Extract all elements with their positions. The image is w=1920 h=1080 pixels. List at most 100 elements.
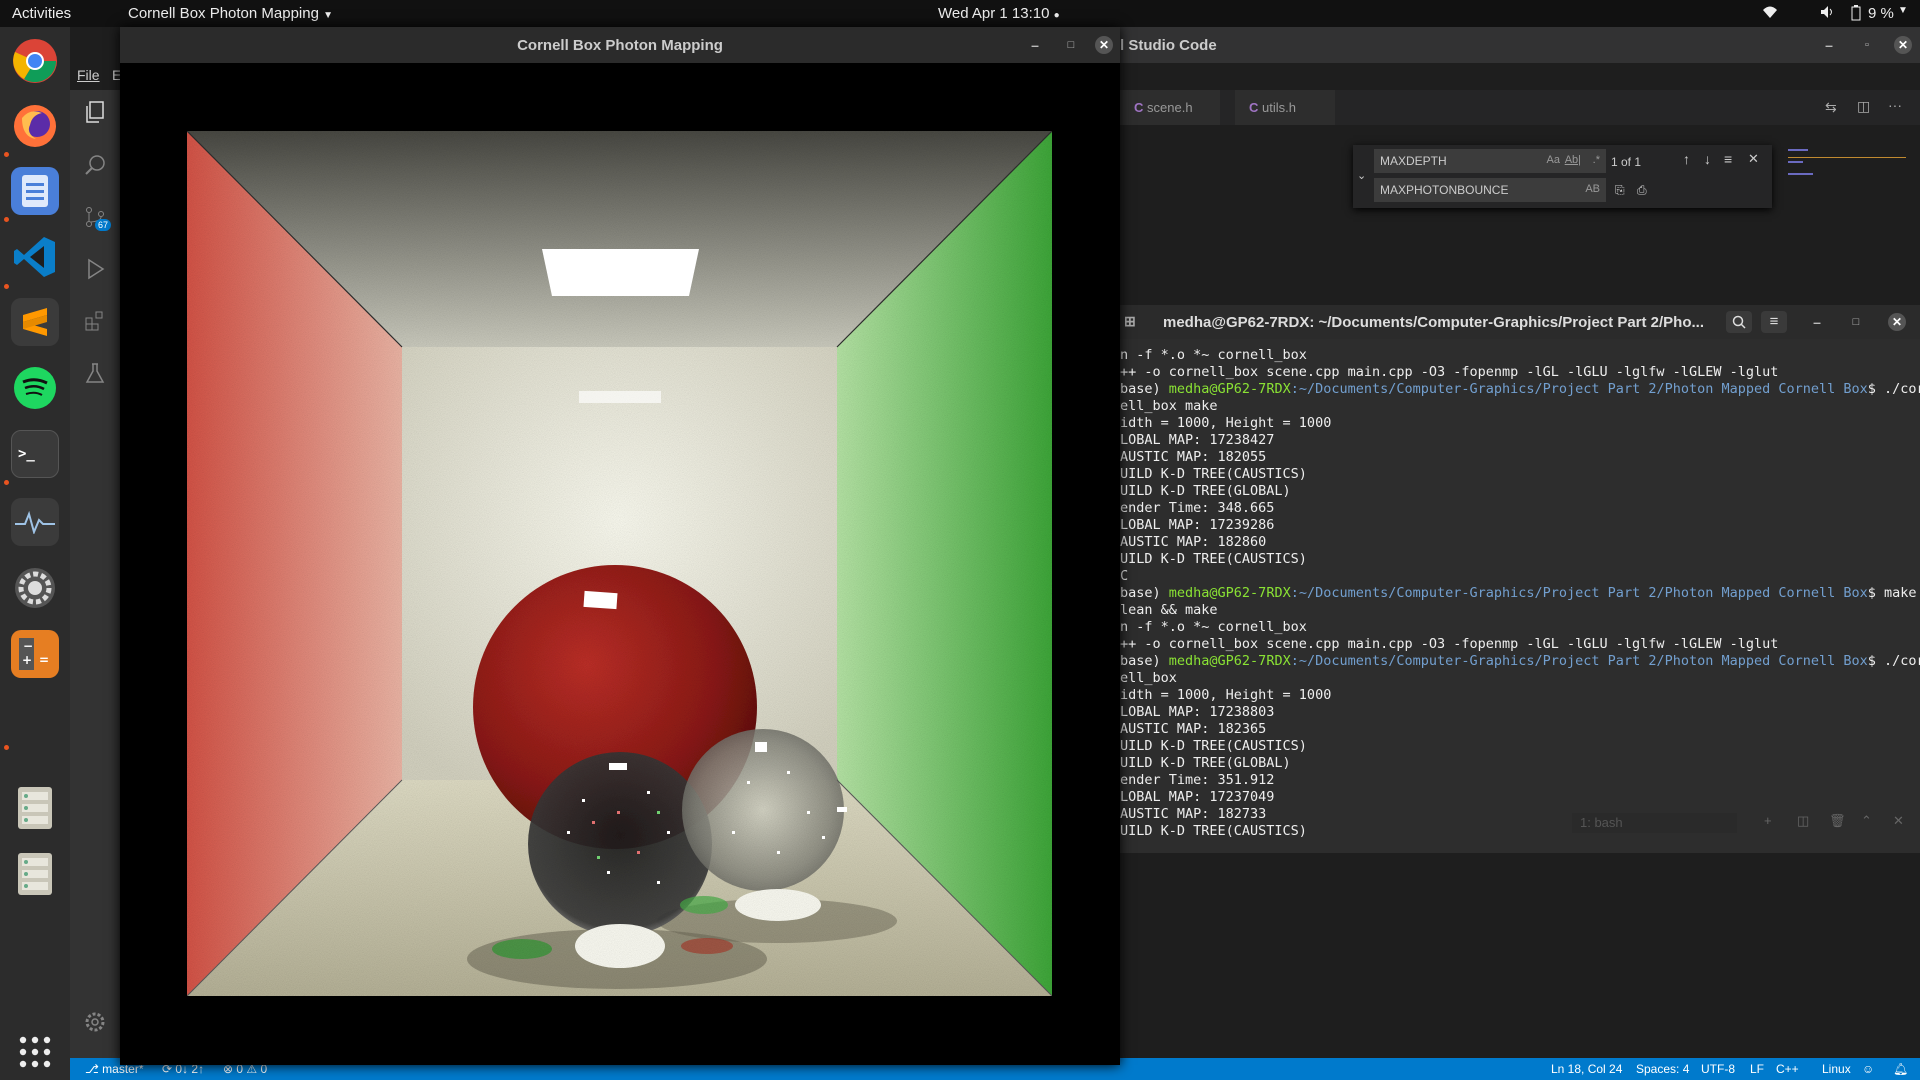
regex-toggle[interactable]: .* [1593,154,1600,166]
terminal-selector[interactable]: 1: bash [1572,813,1737,833]
files-icon[interactable] [11,167,59,215]
clock-label: Wed Apr 1 13:10 [938,5,1050,22]
minimize-icon[interactable]: – [1820,36,1838,54]
svg-text:+: + [22,653,32,667]
editor-tabs: C scene.h C utils.h ⇆ ◫ ··· [1120,90,1920,125]
terminal-icon[interactable]: >_ [11,430,59,478]
whole-word-toggle[interactable]: Ab| [1565,154,1581,166]
maximize-icon[interactable]: □ [1062,36,1080,54]
show-apps-icon[interactable] [11,1028,59,1076]
activities-button[interactable]: Activities [12,5,71,22]
find-input[interactable]: MAXDEPTH Aa Ab| .* [1374,149,1606,173]
sublime-icon[interactable] [11,298,59,346]
terminal-line: ++ -o cornell_box scene.cpp main.cpp -O3… [1120,636,1779,652]
new-terminal-icon[interactable]: + [1764,813,1772,828]
battery-icon[interactable] [1851,5,1861,25]
preserve-case-toggle[interactable]: AB [1585,183,1600,195]
running-indicator [4,152,9,157]
calculator-icon[interactable]: − + = [11,630,59,678]
menu-file[interactable]: File [77,67,100,83]
dock: >_ − + = [0,27,70,1080]
svg-text:=: = [39,653,49,667]
close-panel-icon[interactable]: ✕ [1893,813,1904,829]
find-replace-widget: ⌄ MAXDEPTH Aa Ab| .* MAXPHOTONBOUNCE AB … [1353,145,1772,208]
close-find-icon[interactable]: ✕ [1748,151,1759,167]
encoding[interactable]: UTF-8 [1701,1062,1735,1076]
extensions-icon[interactable] [83,309,107,333]
terminal-line: lean && make [1120,602,1218,618]
close-icon[interactable]: ✕ [1095,36,1113,54]
language-mode[interactable]: C++ [1776,1062,1799,1076]
trash-icon[interactable]: 🗑 [1829,813,1846,829]
hamburger-menu-icon[interactable]: ≡ [1761,311,1787,333]
terminal-output[interactable]: n -f *.o *~ cornell_box ++ -o cornell_box… [1120,339,1920,853]
running-indicator [4,480,9,485]
terminal-line: ender Time: 348.665 [1120,500,1275,516]
top-bar: Activities Cornell Box Photon Mapping ▼ … [0,0,1920,27]
more-actions-icon[interactable]: ··· [1888,97,1902,113]
volume-icon[interactable] [1820,5,1836,23]
app-menu[interactable]: Cornell Box Photon Mapping ▼ [128,5,333,22]
maximize-icon[interactable]: □ [1847,313,1865,331]
system-menu-chevron-icon[interactable]: ▼ [1898,5,1908,16]
minimize-icon[interactable]: – [1808,313,1826,331]
rendered-image [187,131,1052,996]
minimize-icon[interactable]: – [1026,36,1044,54]
split-editor-icon[interactable]: ◫ [1857,98,1870,115]
bell-icon[interactable]: 🔔︎ [1893,1062,1908,1076]
clock[interactable]: Wed Apr 1 13:10 ● [938,5,1060,22]
terminal-search-icon[interactable] [1726,311,1752,333]
tab-scene-h[interactable]: C scene.h [1120,90,1220,125]
prompt-user: medha@GP62-7RDX [1168,381,1291,397]
terminal-line: UILD K-D TREE(CAUSTICS) [1120,738,1307,754]
run-debug-icon[interactable] [83,257,107,281]
find-in-selection-icon[interactable]: ≡ [1724,151,1732,167]
line-endings[interactable]: LF [1750,1062,1764,1076]
spotify-icon[interactable] [11,364,59,412]
settings-icon[interactable] [11,564,59,612]
prompt-prefix: base) [1120,653,1169,669]
cursor-position[interactable]: Ln 18, Col 24 [1551,1062,1622,1076]
minimap[interactable] [1788,147,1906,184]
next-match-icon[interactable]: ↓ [1704,151,1711,167]
drive-icon[interactable] [11,784,59,832]
explorer-icon[interactable] [83,100,107,124]
previous-match-icon[interactable]: ↑ [1683,151,1690,167]
terminal-line: AUSTIC MAP: 182860 [1120,534,1267,550]
chevron-up-icon[interactable]: ⌃ [1861,813,1872,829]
match-case-toggle[interactable]: Aa [1547,154,1560,166]
terminal-line: AUSTIC MAP: 182055 [1120,449,1267,465]
chrome-icon[interactable] [11,37,59,85]
c-file-icon: C [1134,100,1144,115]
source-control-icon[interactable]: 67 [83,205,112,231]
firefox-icon[interactable] [11,102,59,150]
compare-icon[interactable]: ⇆ [1825,99,1837,116]
platform[interactable]: Linux [1822,1062,1851,1076]
split-terminal-icon[interactable]: ◫ [1797,813,1809,829]
prompt-command: $ make [1867,585,1917,601]
close-icon[interactable]: ✕ [1894,36,1912,54]
vscode-icon[interactable] [11,233,59,281]
replace-all-icon[interactable]: ⎙ [1637,183,1647,198]
tab-utils-h[interactable]: C utils.h [1235,90,1335,125]
terminal-line: C [1120,568,1129,584]
indentation[interactable]: Spaces: 4 [1636,1062,1689,1076]
system-monitor-icon[interactable] [11,498,59,546]
feedback-icon[interactable]: ☺ [1862,1062,1874,1076]
replace-input[interactable]: MAXPHOTONBOUNCE AB [1374,178,1606,202]
close-icon[interactable]: ✕ [1888,313,1906,331]
restore-icon[interactable]: ▫ [1858,36,1876,54]
new-tab-icon[interactable]: ⊞ [1124,313,1136,330]
svg-text:−: − [23,639,33,653]
replace-one-icon[interactable]: ⎘ [1615,183,1625,198]
testing-flask-icon[interactable] [83,361,107,385]
tab-label: utils.h [1262,100,1296,115]
notification-dot-icon: ● [1053,10,1060,21]
search-icon[interactable] [83,153,107,177]
toggle-replace-chevron-icon[interactable]: ⌄ [1357,169,1366,182]
gear-icon[interactable] [83,1010,107,1034]
wifi-icon[interactable] [1762,5,1778,23]
drive-icon[interactable] [11,850,59,898]
terminal-line: LOBAL MAP: 17238803 [1120,704,1275,720]
terminal-line: idth = 1000, Height = 1000 [1120,687,1332,703]
